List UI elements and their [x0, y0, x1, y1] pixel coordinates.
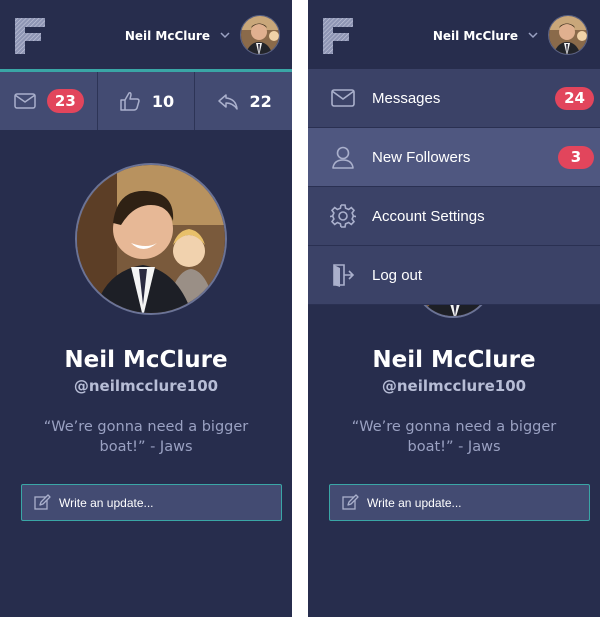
messages-count-badge: 23 [46, 89, 84, 113]
replies-count: 22 [249, 91, 272, 111]
stats-bar: 23 10 22 [0, 72, 292, 130]
header-user-name[interactable]: Neil McClure [433, 29, 518, 43]
profile-name: Neil McClure [64, 347, 228, 373]
header-avatar[interactable] [548, 15, 588, 55]
profile-handle: @neilmcclure100 [381, 377, 527, 395]
profile-quote: “We’re gonna need a bigger boat!” - Jaws [351, 419, 557, 455]
reply-icon [217, 94, 238, 110]
profile-quote: “We’re gonna need a bigger boat!” - Jaws [43, 419, 249, 455]
profile-handle: @neilmcclure100 [73, 377, 219, 395]
user-dropdown-menu: Messages 24 New Followers 3 Account Sett… [308, 69, 600, 305]
thumbs-up-icon [120, 92, 140, 111]
menu-screen: Neil McClure Neil McClure @neilmcclure10… [308, 0, 600, 617]
user-icon [332, 146, 354, 169]
edit-icon [34, 494, 51, 510]
profile-screen: Neil McClure 23 10 22 Neil McClure @neil… [0, 0, 292, 617]
stat-likes[interactable]: 10 [98, 72, 196, 130]
profile-name: Neil McClure [372, 347, 536, 373]
app-header: Neil McClure [308, 0, 600, 70]
update-input[interactable] [59, 495, 259, 510]
menu-item-account-settings[interactable]: Account Settings [308, 187, 600, 246]
stat-replies[interactable]: 22 [195, 72, 292, 130]
followers-count-badge: 3 [558, 146, 594, 169]
app-logo-icon[interactable] [321, 14, 355, 56]
header-user-name[interactable]: Neil McClure [125, 29, 210, 43]
profile-avatar[interactable] [75, 163, 227, 315]
menu-item-label: Log out [372, 266, 423, 284]
chevron-down-icon[interactable] [220, 31, 230, 39]
envelope-icon [331, 89, 355, 107]
messages-count-badge: 24 [555, 87, 594, 110]
menu-item-label: Account Settings [372, 207, 485, 225]
screens-container: Neil McClure 23 10 22 Neil McClure @neil… [0, 0, 600, 617]
menu-item-label: New Followers [372, 148, 471, 166]
chevron-down-icon[interactable] [528, 31, 538, 39]
stat-messages[interactable]: 23 [0, 72, 98, 130]
menu-item-label: Messages [372, 89, 441, 107]
likes-count: 10 [151, 91, 175, 111]
menu-item-log-out[interactable]: Log out [308, 246, 600, 305]
app-logo-icon[interactable] [13, 14, 47, 56]
menu-item-new-followers[interactable]: New Followers 3 [308, 128, 600, 187]
app-header: Neil McClure [0, 0, 292, 70]
envelope-icon [14, 93, 36, 109]
header-avatar[interactable] [240, 15, 280, 55]
update-input[interactable] [367, 495, 567, 510]
gear-icon [330, 204, 356, 228]
edit-icon [342, 494, 359, 510]
update-box[interactable] [329, 484, 590, 521]
update-box[interactable] [21, 484, 282, 521]
menu-item-messages[interactable]: Messages 24 [308, 69, 600, 128]
logout-icon [333, 264, 355, 287]
